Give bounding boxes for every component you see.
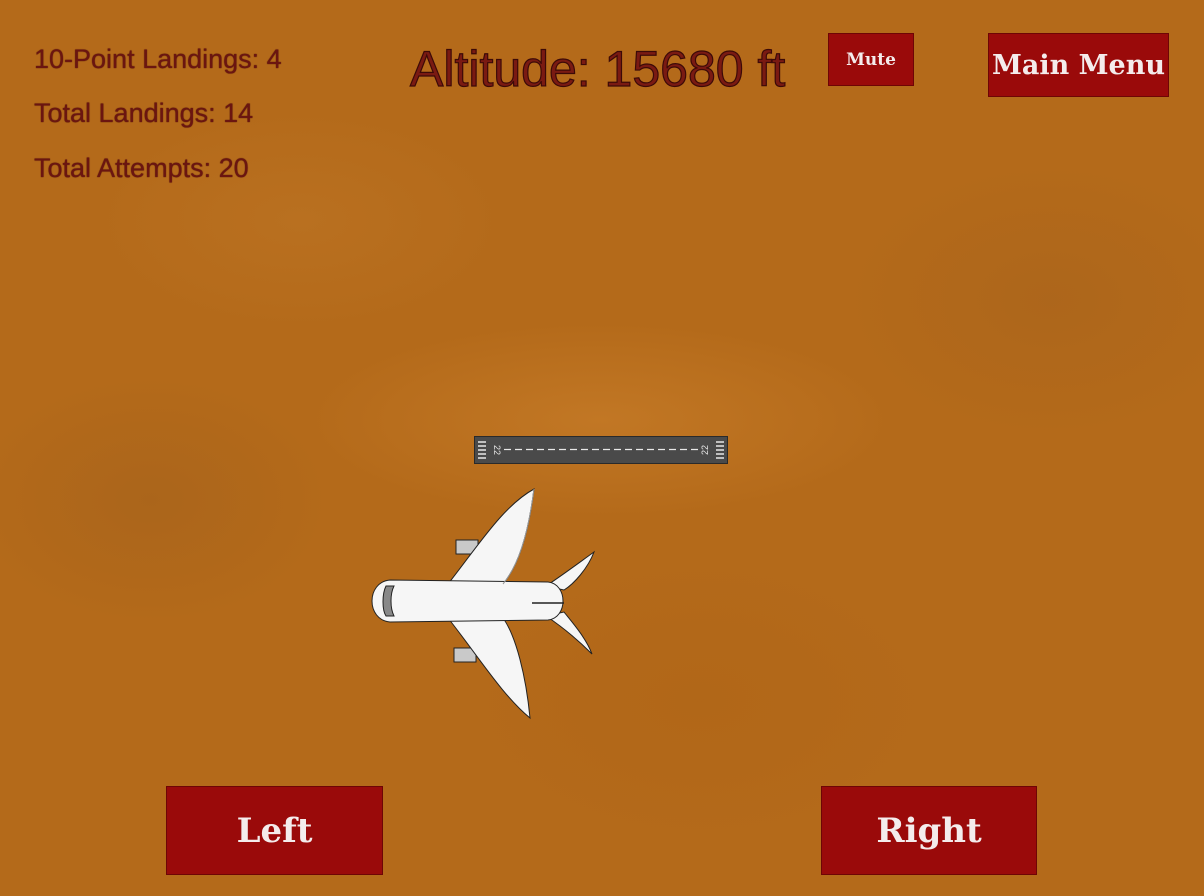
total-attempts-counter: Total Attempts: 20 <box>34 153 249 183</box>
runway: 22 22 <box>474 436 728 464</box>
main-menu-button[interactable]: Main Menu <box>988 33 1169 97</box>
runway-number-left: 22 <box>492 445 502 455</box>
right-button[interactable]: Right <box>821 786 1037 875</box>
airplane <box>371 488 596 720</box>
total-landings-counter: Total Landings: 14 <box>34 98 254 128</box>
left-button[interactable]: Left <box>166 786 383 875</box>
ten-point-landings-counter: 10-Point Landings: 4 <box>34 44 282 74</box>
mute-button[interactable]: Mute <box>828 33 914 86</box>
altitude-readout: Altitude: 15680 ft <box>409 40 786 97</box>
runway-number-right: 22 <box>700 445 710 455</box>
